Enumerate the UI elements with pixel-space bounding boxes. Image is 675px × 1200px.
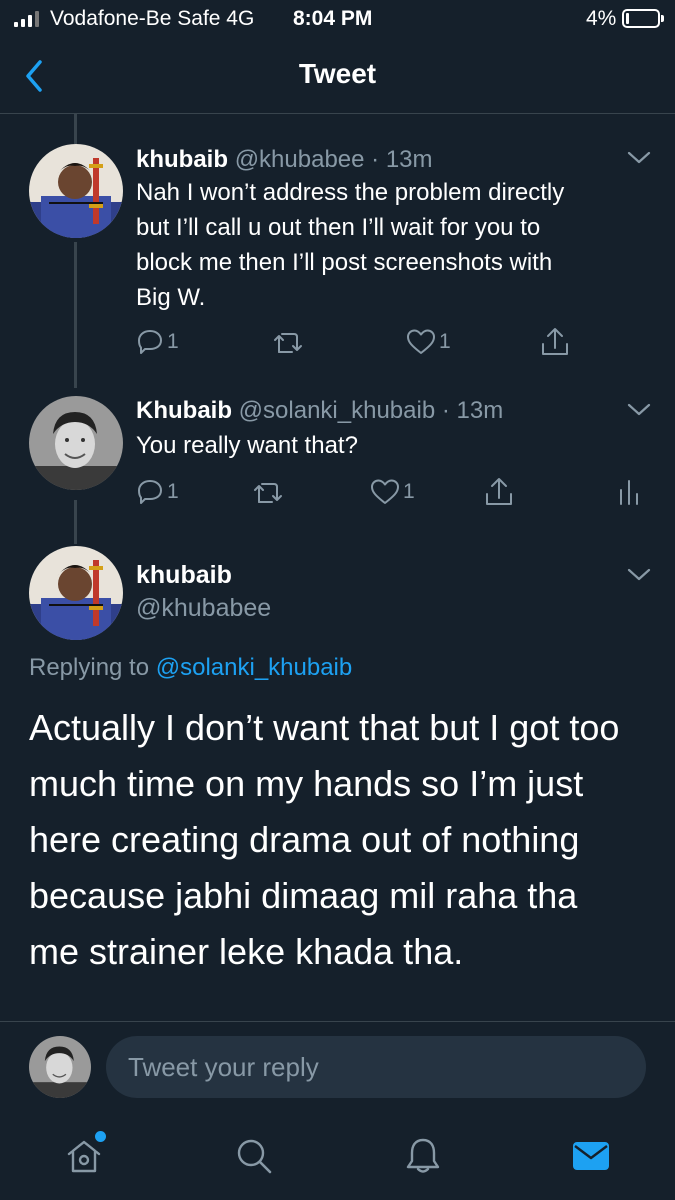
reply-button[interactable]: 1 (136, 328, 179, 356)
nav-header: Tweet (0, 38, 675, 114)
chevron-down-icon[interactable] (626, 567, 652, 583)
share-icon (542, 328, 568, 355)
avatar[interactable] (29, 546, 123, 640)
share-button[interactable] (540, 326, 570, 358)
reply-input[interactable]: Tweet your reply (106, 1036, 646, 1098)
reply-button[interactable]: 1 (136, 478, 179, 506)
retweet-button[interactable] (272, 330, 304, 356)
heart-icon (371, 479, 399, 504)
retweet-icon (274, 333, 302, 353)
heart-icon (407, 329, 435, 354)
like-count: 1 (403, 480, 415, 503)
like-count: 1 (439, 330, 451, 353)
avatar[interactable] (29, 144, 123, 238)
author-handle[interactable]: @khubabee (136, 594, 271, 623)
mention-link[interactable]: @solanki_khubaib (156, 654, 353, 681)
carrier-label: Vodafone-Be Safe 4G (50, 7, 255, 30)
author-name[interactable]: khubaib (136, 146, 228, 173)
author-name[interactable]: khubaib (136, 561, 232, 590)
thread-line (74, 114, 77, 144)
tweet-time: 13m (456, 397, 504, 424)
tweet-header: khubaib @khubabee · 13m (136, 146, 433, 173)
divider (0, 1021, 675, 1022)
analytics-button[interactable] (618, 478, 640, 506)
battery-icon (622, 9, 664, 28)
tweet-time: 13m (385, 146, 433, 173)
retweet-icon (254, 483, 282, 503)
replying-to: Replying to @solanki_khubaib (29, 654, 353, 681)
like-button[interactable]: 1 (406, 328, 451, 356)
battery-percent: 4% (586, 7, 617, 30)
home-icon[interactable] (64, 1136, 104, 1181)
thread-line (74, 242, 77, 388)
messages-icon[interactable] (571, 1138, 611, 1179)
retweet-button[interactable] (252, 480, 284, 506)
status-bar: Vodafone-Be Safe 4G 8:04 PM 4% (0, 0, 675, 38)
tweet-text: Nah I won’t address the problem directly… (136, 179, 565, 311)
reply-icon (138, 330, 162, 354)
page-title: Tweet (298, 58, 377, 89)
tweet-text: Actually I don’t want that but I got too… (29, 707, 620, 972)
reply-count: 1 (167, 330, 179, 353)
share-icon (486, 478, 512, 505)
author-name[interactable]: Khubaib (136, 397, 232, 424)
avatar[interactable] (29, 396, 123, 490)
analytics-icon (620, 480, 638, 505)
clock: 8:04 PM (293, 7, 373, 30)
avatar[interactable] (29, 1036, 91, 1098)
tweet-text: You really want that? (136, 432, 358, 459)
notification-dot (95, 1131, 106, 1142)
reply-icon (138, 480, 162, 504)
notifications-icon[interactable] (403, 1136, 443, 1181)
like-button[interactable]: 1 (370, 478, 415, 506)
author-handle[interactable]: @khubabee (235, 146, 365, 173)
search-icon[interactable] (234, 1136, 274, 1181)
chevron-down-icon[interactable] (626, 402, 652, 418)
chevron-down-icon[interactable] (626, 150, 652, 166)
thread-line (74, 500, 77, 544)
signal-icon (14, 11, 39, 27)
tweet-header: Khubaib @solanki_khubaib · 13m (136, 397, 504, 424)
share-button[interactable] (484, 476, 514, 508)
reply-count: 1 (167, 480, 179, 503)
author-handle[interactable]: @solanki_khubaib (239, 397, 436, 424)
